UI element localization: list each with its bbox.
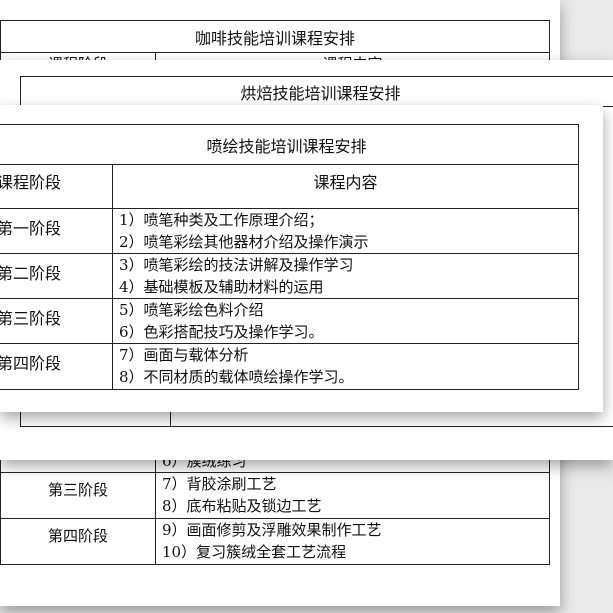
spray-stage-3: 第三阶段 [0, 298, 113, 344]
list-item: 1）喷笔种类及工作原理介绍； [119, 211, 324, 229]
list-item: 8）不同材质的载体喷绘操作学习。 [119, 368, 354, 386]
list-item: 7）背胶涂刷工艺 [162, 475, 277, 493]
coffee-stage-3: 第三阶段 [0, 472, 156, 519]
spray-header-content: 课程内容 [111, 164, 580, 209]
baking-course-title: 烘焙技能培训课程安排 [19, 76, 613, 107]
list-item: 6）色彩搭配技巧及操作学习。 [119, 323, 324, 341]
spray-content-cell: 5）喷笔彩绘色料介绍 6）色彩搭配技巧及操作学习。 [111, 298, 580, 344]
spray-stage-4: 第四阶段 [0, 343, 113, 390]
spray-content-cell: 1）喷笔种类及工作原理介绍； 2）喷笔彩绘其他器材介绍及操作演示 [111, 208, 580, 254]
list-item: 7）画面与载体分析 [119, 346, 249, 364]
coffee-content-cell: 9）画面修剪及浮雕效果制作工艺 10）复习簇绒全套工艺流程 [154, 518, 551, 565]
list-item: 4）基础模板及辅助材料的运用 [119, 278, 324, 296]
spray-course-table: 喷绘技能培训课程安排 课程阶段 课程内容 第一阶段 1）喷笔种类及工作原理介绍；… [0, 124, 580, 390]
spray-content-cell: 3）喷笔彩绘的技法讲解及操作学习 4）基础模板及辅助材料的运用 [111, 253, 580, 299]
spray-stage-1: 第一阶段 [0, 208, 113, 254]
spray-stage-2: 第二阶段 [0, 253, 113, 299]
coffee-content-cell: 7）背胶涂刷工艺 8）底布粘贴及锁边工艺 [154, 472, 551, 519]
list-item: 10）复习簇绒全套工艺流程 [162, 543, 347, 561]
spray-header-stage: 课程阶段 [0, 164, 113, 209]
coffee-stage-4: 第四阶段 [0, 518, 156, 565]
spray-content-cell: 7）画面与载体分析 8）不同材质的载体喷绘操作学习。 [111, 343, 580, 390]
spray-course-title: 喷绘技能培训课程安排 [0, 124, 580, 165]
list-item: 8）底布粘贴及锁边工艺 [162, 497, 322, 515]
list-item: 3）喷笔彩绘的技法讲解及操作学习 [119, 256, 354, 274]
list-item: 5）喷笔彩绘色料介绍 [119, 301, 264, 319]
spray-course-sheet: 喷绘技能培训课程安排 课程阶段 课程内容 第一阶段 1）喷笔种类及工作原理介绍；… [0, 105, 603, 412]
list-item: 9）画面修剪及浮雕效果制作工艺 [162, 521, 382, 539]
list-item: 2）喷笔彩绘其他器材介绍及操作演示 [119, 233, 369, 251]
coffee-course-title: 咖啡技能培训课程安排 [0, 20, 551, 53]
